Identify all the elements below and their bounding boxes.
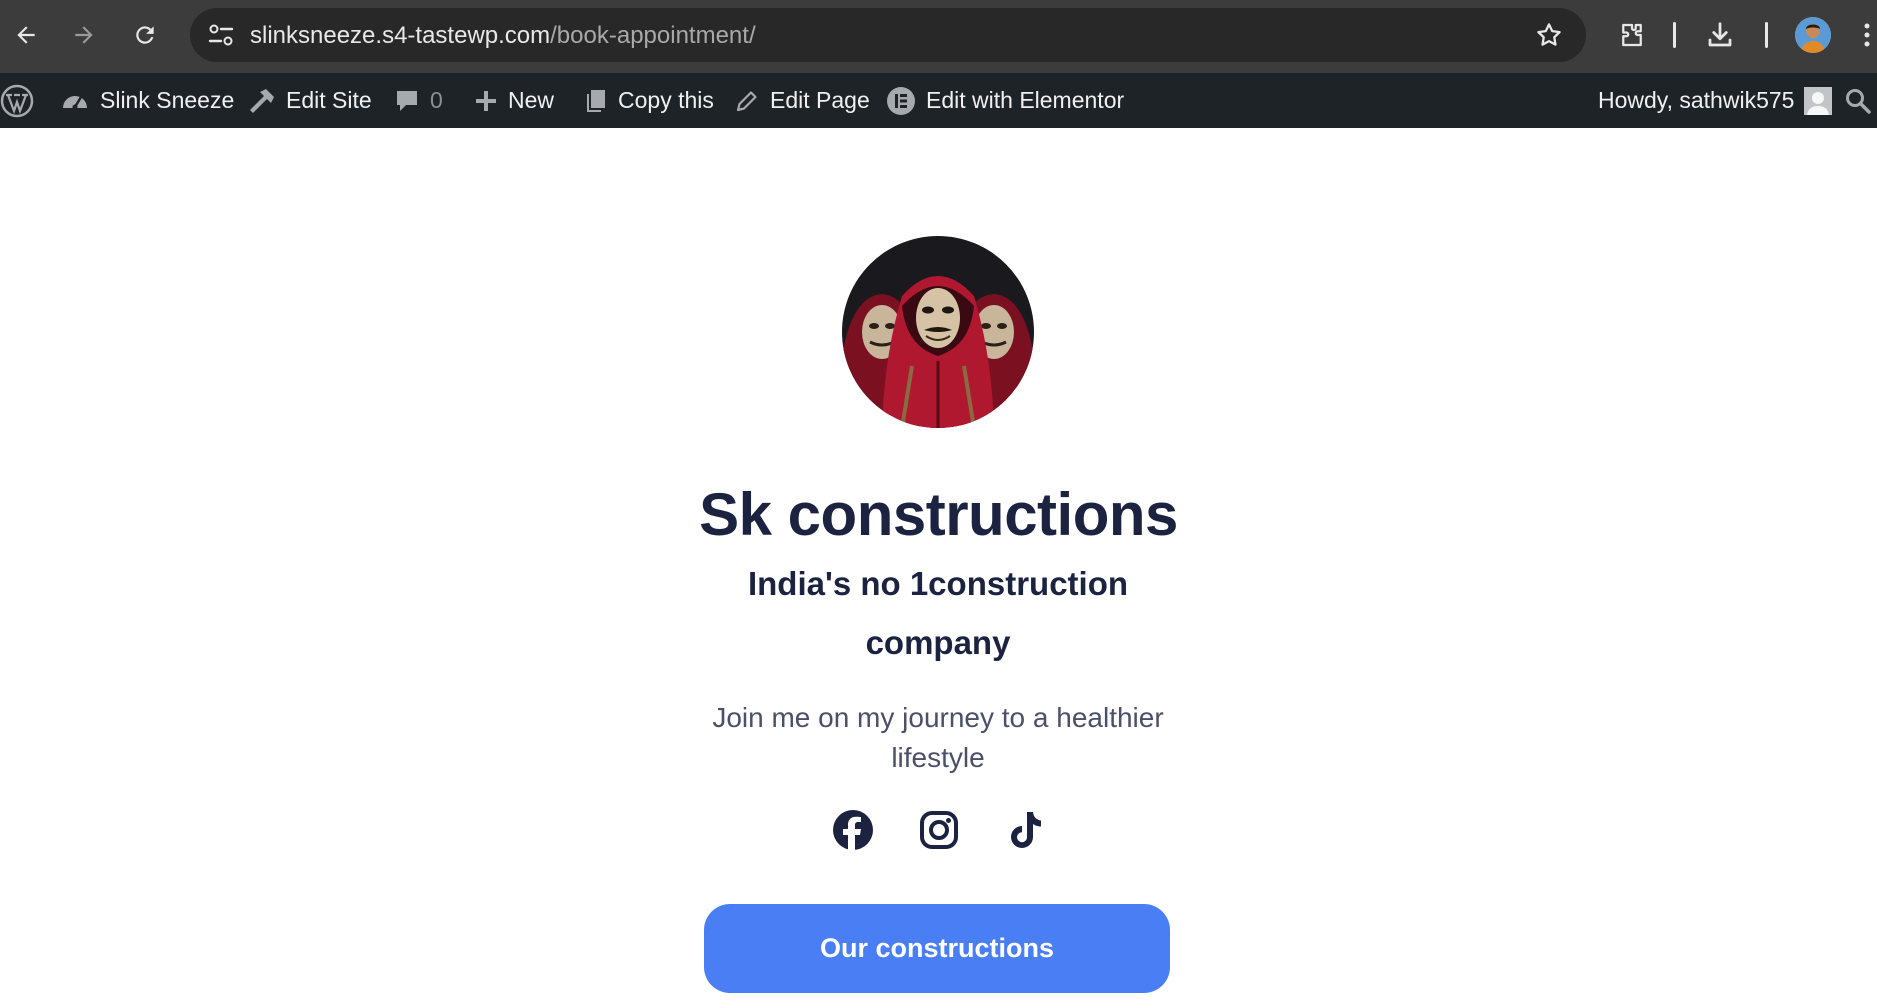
facebook-icon (832, 810, 873, 850)
instagram-link[interactable] (919, 810, 959, 850)
edit-with-elementor-link[interactable]: Edit with Elementor (886, 73, 1124, 128)
download-icon (1708, 22, 1732, 47)
browser-menu-button[interactable] (1858, 17, 1876, 53)
bookmark-star-icon[interactable] (1534, 20, 1564, 50)
downloads-button[interactable] (1702, 17, 1738, 53)
site-name-menu[interactable]: Slink Sneeze (60, 73, 234, 128)
user-avatar-icon (1804, 86, 1833, 115)
comment-bubble-icon (397, 90, 417, 111)
edit-site-link[interactable]: Edit Site (246, 73, 372, 128)
site-name-label: Slink Sneeze (100, 87, 235, 113)
extensions-icon (1622, 23, 1642, 47)
copy-pages-icon (587, 89, 605, 112)
reload-button[interactable] (127, 17, 163, 53)
page-description: Join me on my journey to a healthier lif… (712, 702, 1164, 773)
page-subtitle: India's no 1construction company (747, 565, 1129, 661)
pencil-icon (736, 90, 757, 111)
masked-figures-image (842, 236, 1034, 428)
profile-avatar[interactable] (1795, 17, 1831, 53)
url-host: slinksneeze.s4-tastewp.com (250, 22, 551, 49)
elementor-logo-icon (887, 86, 915, 115)
wordpress-logo-icon (0, 84, 34, 117)
howdy-label: Howdy, sathwik575 (1598, 87, 1795, 113)
plus-icon (476, 90, 496, 111)
dashboard-gauge-icon (63, 95, 87, 109)
address-bar[interactable]: slinksneeze.s4-tastewp.com/book-appointm… (190, 8, 1586, 62)
edit-with-elementor-label: Edit with Elementor (926, 87, 1125, 113)
edit-page-link[interactable]: Edit Page (734, 73, 870, 128)
reload-icon (136, 26, 154, 44)
copy-this-link[interactable]: Copy this (584, 73, 714, 128)
toolbar-separator (1673, 22, 1676, 48)
copy-this-label: Copy this (618, 87, 714, 113)
wp-logo-menu[interactable] (0, 73, 34, 128)
page-title: Sk constructions (699, 481, 1178, 548)
our-constructions-button[interactable]: Our constructions (704, 904, 1170, 993)
url-text[interactable]: slinksneeze.s4-tastewp.com/book-appointm… (250, 22, 756, 50)
kebab-menu-icon (1864, 23, 1870, 47)
forward-button[interactable] (66, 17, 102, 53)
toolbar-separator (1765, 22, 1768, 48)
my-account-menu[interactable]: Howdy, sathwik575 (1598, 73, 1833, 128)
new-content-menu[interactable]: New (474, 73, 554, 128)
facebook-link[interactable] (832, 810, 873, 850)
admin-search-button[interactable] (1844, 73, 1872, 128)
browser-toolbar: slinksneeze.s4-tastewp.com/book-appointm… (0, 0, 1877, 73)
edit-page-label: Edit Page (770, 87, 870, 113)
forward-arrow-icon (75, 26, 93, 44)
hammer-icon (250, 88, 274, 113)
instagram-icon (919, 811, 958, 849)
extensions-button[interactable] (1614, 17, 1650, 53)
back-button[interactable] (8, 17, 44, 53)
new-label: New (508, 87, 555, 113)
tiktok-link[interactable] (1005, 810, 1045, 850)
edit-site-label: Edit Site (286, 87, 372, 113)
back-arrow-icon (17, 26, 35, 44)
comments-link[interactable]: 0 (394, 73, 443, 128)
page-content: Sk constructions India's no 1constructio… (0, 128, 1877, 1008)
comments-count: 0 (430, 87, 443, 113)
search-icon (1846, 88, 1871, 114)
url-path: /book-appointment/ (550, 22, 756, 49)
profile-photo (842, 236, 1034, 428)
site-info-icon[interactable] (206, 21, 236, 49)
wp-admin-bar: Slink Sneeze Edit Site 0 New Copy this E… (0, 73, 1877, 128)
profile-picture-icon (1795, 17, 1831, 53)
tiktok-icon (1010, 812, 1041, 848)
social-links (0, 810, 1877, 850)
